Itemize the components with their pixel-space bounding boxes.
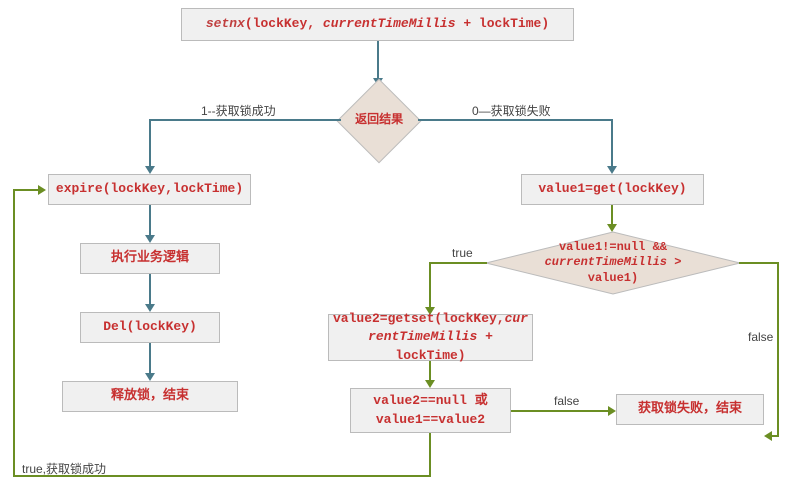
node-getset-text: value2=getset(lockKey,currentTimeMillis … [333,310,528,365]
node-decision3: value2==null 或value1==value2 [350,388,511,433]
node-expire: expire(lockKey,lockTime) [48,174,251,205]
edge-decision3-false-hline [511,410,611,412]
node-business-text: 执行业务逻辑 [111,249,189,267]
edge-decision3-false-arrow [608,406,616,416]
edge-getset-to-decision3-arrow [425,380,435,388]
edge-loop-v1 [429,433,431,475]
edge-failure-vline [611,119,613,169]
node-getvalue1-text: value1=get(lockKey) [538,180,686,198]
node-fail: 获取锁失败，结束 [616,394,764,425]
edge-label-decision2-false: false [748,330,773,344]
node-del: Del(lockKey) [80,312,220,343]
edge-loop-h2 [13,189,41,191]
node-fail-text: 获取锁失败，结束 [638,400,742,418]
node-decision3-text: value2==null 或value1==value2 [373,392,487,428]
node-start: setnx(lockKey, currentTimeMillis + lockT… [181,8,574,41]
edge-label-decision3-false: false [554,394,579,408]
edge-failure-arrow [607,166,617,174]
node-decision2-text: value1!=null &&currentTimeMillis >value1… [485,231,741,295]
edge-label-failure: 0—获取锁失败 [472,102,551,119]
node-del-text: Del(lockKey) [103,318,197,336]
edge-decision2-true-vline [429,262,431,310]
node-start-text: setnx(lockKey, currentTimeMillis + lockT… [206,15,549,33]
edge-loop-arrow [38,185,46,195]
edge-decision2-false-hline2 [772,435,779,437]
edge-decision2-true-hline [429,262,487,264]
node-release: 释放锁，结束 [62,381,238,412]
node-release-text: 释放锁，结束 [111,387,189,405]
edge-label-loop: true,获取锁成功 [22,460,106,477]
edge-start-to-decision1-line [377,41,379,81]
edge-del-to-release-line [149,343,151,376]
edge-label-decision2-true: true [452,246,473,260]
edge-decision2-false-arrow [764,431,772,441]
edge-expire-to-business-line [149,205,151,238]
edge-success-hline [149,119,341,121]
edge-business-to-del-line [149,274,151,307]
edge-expire-to-business-arrow [145,235,155,243]
node-business: 执行业务逻辑 [80,243,220,274]
edge-success-vline [149,119,151,169]
node-expire-text: expire(lockKey,lockTime) [56,180,243,198]
edge-del-to-release-arrow [145,373,155,381]
edge-success-arrow [145,166,155,174]
edge-business-to-del-arrow [145,304,155,312]
edge-label-success: 1--获取锁成功 [201,102,276,119]
node-decision2: value1!=null &&currentTimeMillis >value1… [485,231,741,295]
node-decision1: 返回结果 [337,79,422,164]
edge-decision2-false-hline [739,262,779,264]
edge-failure-hline [418,119,613,121]
edge-decision2-false-vline [777,262,779,437]
node-decision1-text: 返回结果 [355,113,403,129]
edge-loop-v2 [13,189,15,477]
node-getvalue1: value1=get(lockKey) [521,174,704,205]
node-getset: value2=getset(lockKey,currentTimeMillis … [328,314,533,361]
